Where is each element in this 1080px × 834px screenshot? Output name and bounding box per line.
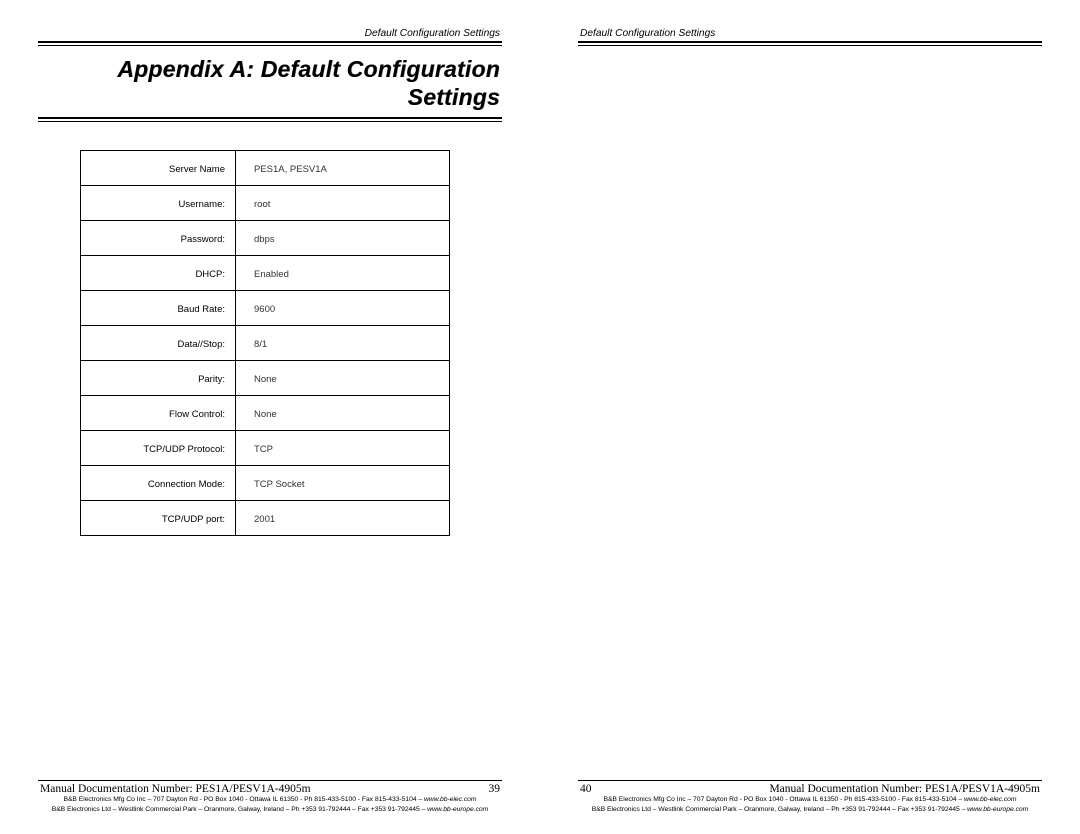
table-row: Baud Rate:9600: [81, 291, 450, 326]
setting-label: Flow Control:: [81, 396, 236, 431]
setting-value: None: [236, 361, 450, 396]
table-row: TCP/UDP port:2001: [81, 501, 450, 536]
table-row: TCP/UDP Protocol:TCP: [81, 431, 450, 466]
footer-right: 40 Manual Documentation Number: PES1A/PE…: [578, 780, 1042, 814]
footer-fine-print-1: B&B Electronics Mfg Co Inc – 707 Dayton …: [38, 796, 502, 804]
footer-fine-print-2: B&B Electronics Ltd – Westlink Commercia…: [578, 806, 1042, 814]
table-row: DHCP:Enabled: [81, 256, 450, 291]
page-right: Default Configuration Settings 40 Manual…: [540, 0, 1080, 834]
table-row: Flow Control:None: [81, 396, 450, 431]
top-rule: [578, 41, 1042, 46]
setting-value: Enabled: [236, 256, 450, 291]
footer-fine-print-1: B&B Electronics Mfg Co Inc – 707 Dayton …: [578, 796, 1042, 804]
footer-left: Manual Documentation Number: PES1A/PESV1…: [38, 780, 502, 814]
footer-line-1: Manual Documentation Number: PES1A/PESV1…: [38, 783, 502, 795]
page-number: 40: [580, 783, 592, 795]
title-line-1: Appendix A: Default Configuration: [117, 56, 500, 82]
setting-value: root: [236, 186, 450, 221]
setting-label: Data//Stop:: [81, 326, 236, 361]
footer-rule: [578, 780, 1042, 781]
doc-number: Manual Documentation Number: PES1A/PESV1…: [40, 783, 311, 795]
table-row: Connection Mode:TCP Socket: [81, 466, 450, 501]
running-head-right-page: Default Configuration Settings: [578, 28, 1042, 41]
setting-label: DHCP:: [81, 256, 236, 291]
settings-table: Server NamePES1A, PESV1A Username:root P…: [80, 150, 450, 536]
setting-label: Parity:: [81, 361, 236, 396]
page-left: Default Configuration Settings Appendix …: [0, 0, 540, 834]
table-row: Data//Stop:8/1: [81, 326, 450, 361]
running-head-left-page: Default Configuration Settings: [38, 28, 502, 41]
doc-number: Manual Documentation Number: PES1A/PESV1…: [769, 783, 1040, 795]
setting-value: 2001: [236, 501, 450, 536]
running-head-text: Default Configuration Settings: [365, 28, 500, 39]
title-line-2: Settings: [408, 84, 500, 110]
top-rule: [38, 41, 502, 46]
footer-rule: [38, 780, 502, 781]
footer-fine-print-2: B&B Electronics Ltd – Westlink Commercia…: [38, 806, 502, 814]
setting-value: TCP Socket: [236, 466, 450, 501]
table-row: Server NamePES1A, PESV1A: [81, 151, 450, 186]
setting-value: PES1A, PESV1A: [236, 151, 450, 186]
table-row: Parity:None: [81, 361, 450, 396]
setting-label: Username:: [81, 186, 236, 221]
setting-label: Baud Rate:: [81, 291, 236, 326]
page-number: 39: [489, 783, 501, 795]
setting-label: Connection Mode:: [81, 466, 236, 501]
setting-value: dbps: [236, 221, 450, 256]
setting-value: None: [236, 396, 450, 431]
setting-label: Password:: [81, 221, 236, 256]
setting-value: 9600: [236, 291, 450, 326]
title-underline: [38, 117, 502, 122]
setting-value: TCP: [236, 431, 450, 466]
table-row: Username:root: [81, 186, 450, 221]
appendix-title: Appendix A: Default Configuration Settin…: [38, 56, 502, 111]
table-row: Password:dbps: [81, 221, 450, 256]
setting-label: TCP/UDP Protocol:: [81, 431, 236, 466]
setting-value: 8/1: [236, 326, 450, 361]
footer-line-1: 40 Manual Documentation Number: PES1A/PE…: [578, 783, 1042, 795]
setting-label: TCP/UDP port:: [81, 501, 236, 536]
running-head-text: Default Configuration Settings: [580, 28, 715, 39]
setting-label: Server Name: [81, 151, 236, 186]
